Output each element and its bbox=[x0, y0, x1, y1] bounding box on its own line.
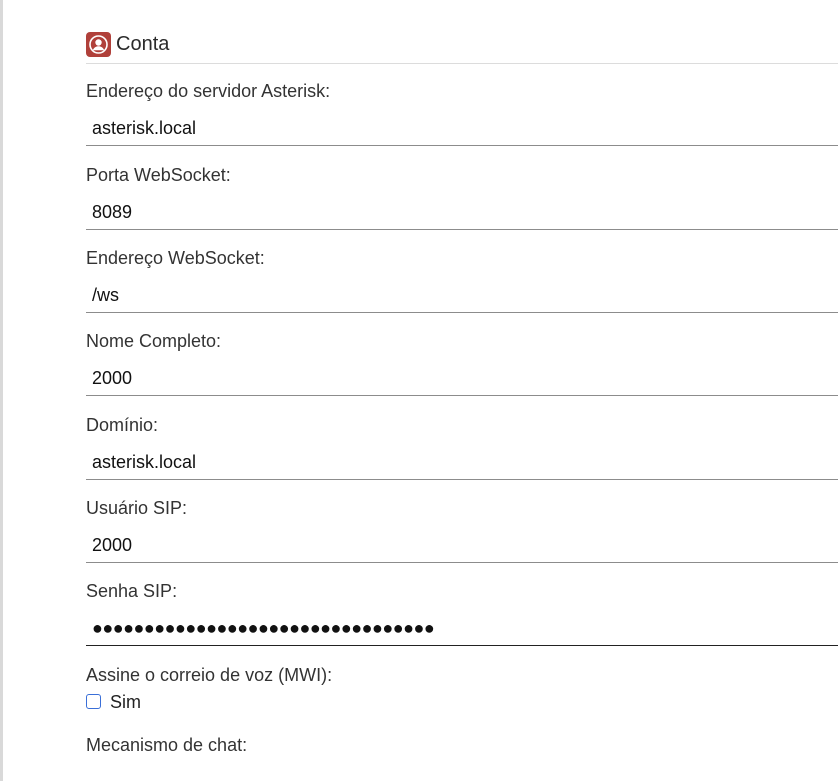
asterisk-server-field: Endereço do servidor Asterisk: bbox=[86, 80, 838, 146]
full-name-input[interactable] bbox=[86, 361, 838, 396]
voicemail-checkbox-label[interactable]: Sim bbox=[110, 691, 141, 713]
full-name-field: Nome Completo: bbox=[86, 330, 838, 396]
websocket-path-label: Endereço WebSocket: bbox=[86, 248, 265, 268]
user-circle-icon bbox=[86, 32, 111, 57]
voicemail-label: Assine o correio de voz (MWI): bbox=[86, 665, 333, 685]
chat-engine-label: Mecanismo de chat: bbox=[86, 735, 248, 755]
domain-input[interactable] bbox=[86, 445, 838, 480]
sip-username-label: Usuário SIP: bbox=[86, 498, 188, 518]
voicemail-checkbox[interactable] bbox=[86, 694, 101, 709]
websocket-path-input[interactable] bbox=[86, 278, 838, 313]
websocket-path-field: Endereço WebSocket: bbox=[86, 247, 838, 313]
websocket-port-label: Porta WebSocket: bbox=[86, 165, 231, 185]
account-settings-panel: Conta Endereço do servidor Asterisk: Por… bbox=[86, 0, 838, 781]
voicemail-field: Assine o correio de voz (MWI): bbox=[86, 664, 838, 686]
chat-engine-field: Mecanismo de chat: bbox=[86, 734, 838, 756]
asterisk-server-input[interactable] bbox=[86, 111, 838, 146]
sip-password-label: Senha SIP: bbox=[86, 581, 178, 601]
asterisk-server-label: Endereço do servidor Asterisk: bbox=[86, 81, 331, 101]
domain-label: Domínio: bbox=[86, 415, 159, 435]
full-name-label: Nome Completo: bbox=[86, 331, 222, 351]
domain-field: Domínio: bbox=[86, 414, 838, 480]
sip-username-field: Usuário SIP: bbox=[86, 497, 838, 563]
websocket-port-field: Porta WebSocket: bbox=[86, 164, 838, 230]
sip-password-field: Senha SIP: bbox=[86, 580, 838, 646]
left-border bbox=[0, 0, 3, 781]
section-header: Conta bbox=[86, 31, 838, 64]
sip-password-input[interactable] bbox=[86, 611, 838, 646]
websocket-port-input[interactable] bbox=[86, 195, 838, 230]
sip-username-input[interactable] bbox=[86, 528, 838, 563]
section-title: Conta bbox=[116, 33, 170, 55]
